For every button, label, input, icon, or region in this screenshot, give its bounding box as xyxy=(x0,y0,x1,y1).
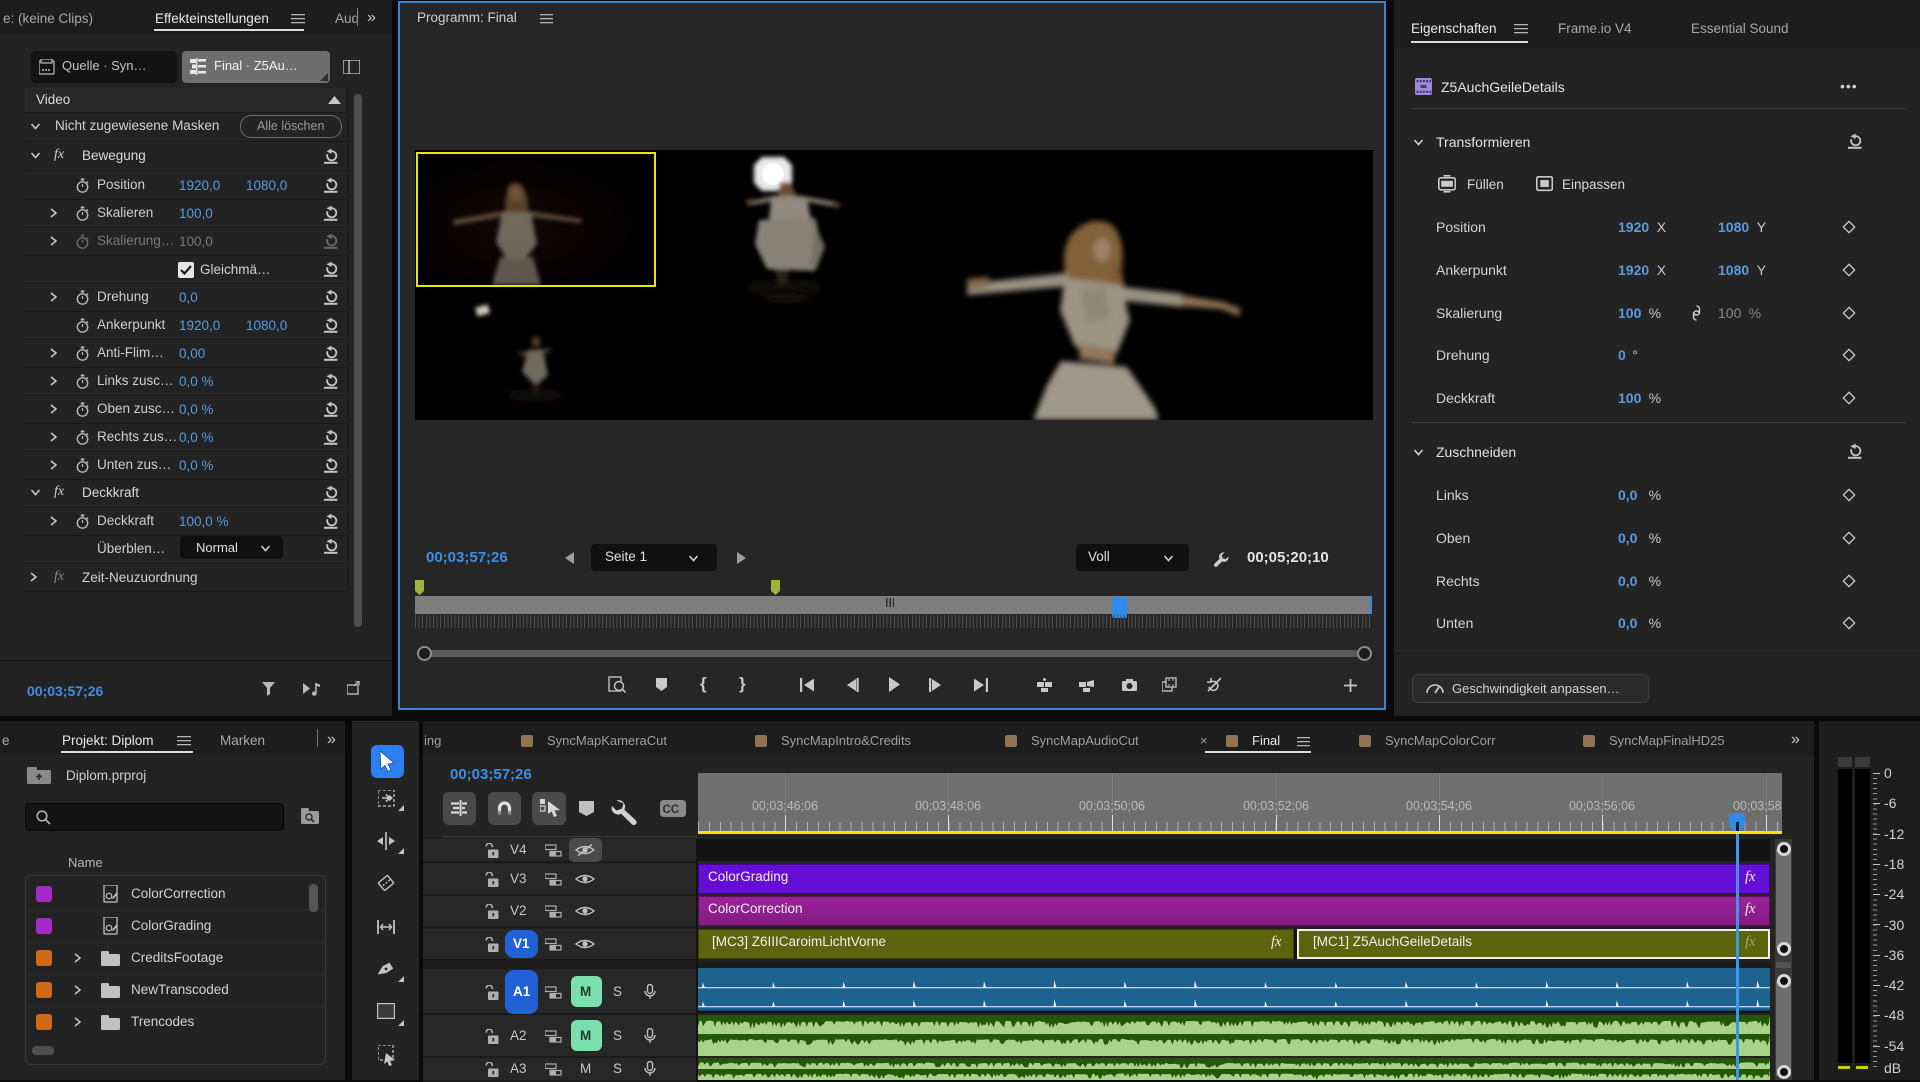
svg-text:CC: CC xyxy=(663,804,680,816)
